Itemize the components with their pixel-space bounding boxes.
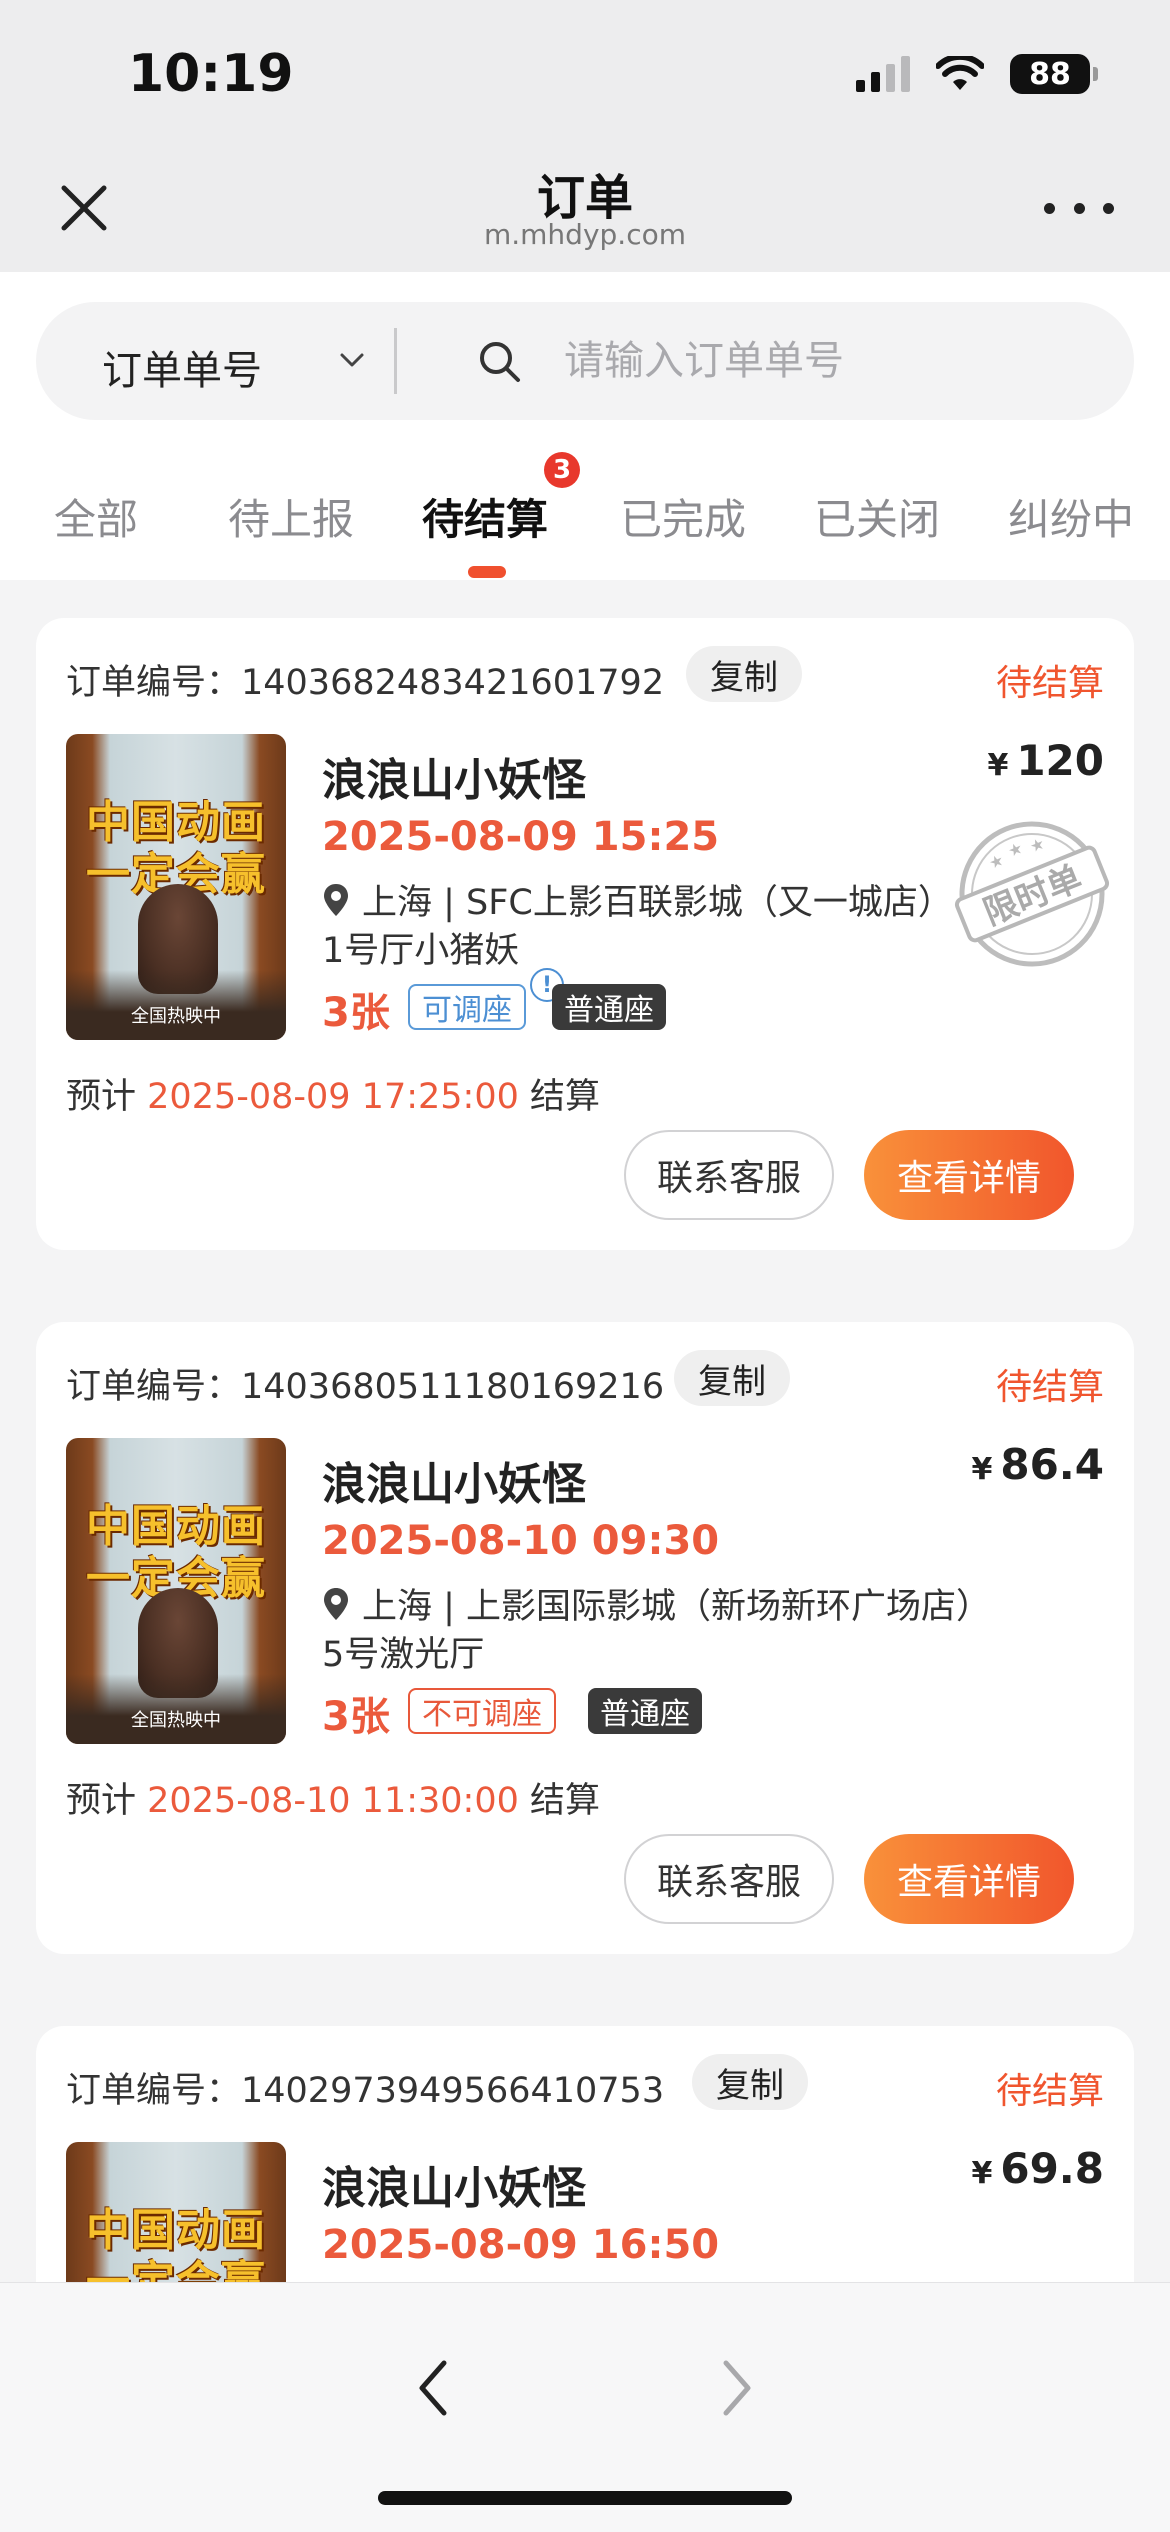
forward-arrow-icon[interactable]: [712, 2353, 762, 2423]
price-value: 120: [1016, 736, 1104, 785]
show-time: 2025-08-10 09:30: [322, 1518, 720, 1564]
ticket-count: 3张: [322, 990, 390, 1036]
order-number: 订单编号：1403682483421601792: [66, 663, 665, 703]
contact-service-button[interactable]: 联系客服: [624, 1834, 834, 1924]
order-status: 待结算: [995, 1367, 1104, 1408]
svg-text:★: ★: [986, 850, 1006, 873]
location-pin-icon: [324, 883, 348, 916]
tab-all[interactable]: 全部: [54, 486, 138, 547]
order-status: 待结算: [995, 2071, 1104, 2112]
copy-button[interactable]: 复制: [674, 1350, 790, 1406]
nav-header: 订单 m.mhdyp.com: [0, 150, 1170, 272]
chevron-down-icon[interactable]: [338, 346, 366, 374]
seat-type-tag: 普通座: [552, 984, 666, 1030]
order-number-search-input[interactable]: [564, 326, 1084, 396]
order-card[interactable]: 订单编号：1403680511180169216 复制 待结算 中国动画 一定会…: [36, 1322, 1134, 1954]
tab-closed[interactable]: 已关闭: [814, 486, 940, 547]
hall-name: 5号激光厅: [322, 1635, 485, 1675]
settle-time: 2025-08-09 17:25:00: [147, 1077, 519, 1117]
tab-pending-report[interactable]: 待上报: [228, 486, 354, 547]
copy-button[interactable]: 复制: [686, 646, 802, 702]
search-icon: [480, 342, 520, 382]
cinema-name: 上海 | SFC上影百联影城（又一城店）: [362, 883, 953, 923]
settle-prefix: 预计: [66, 1781, 137, 1821]
order-price: ¥86.4: [971, 1440, 1104, 1489]
poster-caption: 全国热映中: [131, 1710, 221, 1731]
settle-prefix: 预计: [66, 1077, 137, 1117]
status-time: 10:19: [128, 44, 294, 104]
movie-title: 浪浪山小妖怪: [322, 755, 586, 806]
copy-button[interactable]: 复制: [692, 2054, 808, 2110]
order-price: ¥69.8: [971, 2144, 1104, 2193]
search-bar: 订单单号: [36, 302, 1134, 420]
show-time: 2025-08-09 16:50: [322, 2222, 720, 2268]
settlement-estimate: 预计 2025-08-10 11:30:00 结算: [66, 1772, 600, 1823]
browser-bottom-bar: [0, 2282, 1170, 2532]
order-number: 订单编号：1403680511180169216: [66, 1367, 665, 1407]
settlement-estimate: 预计 2025-08-09 17:25:00 结算: [66, 1068, 600, 1119]
order-card[interactable]: 订单编号：1403682483421601792 复制 待结算 中国动画 一定会…: [36, 618, 1134, 1250]
back-arrow-icon[interactable]: [408, 2353, 458, 2423]
home-indicator: [378, 2491, 792, 2505]
movie-poster: 中国动画 一定会赢 全国热映中: [66, 734, 286, 1040]
seat-type-tag: 普通座: [588, 1688, 702, 1734]
tab-active-indicator: [468, 566, 506, 578]
currency-symbol: ¥: [971, 2156, 993, 2191]
svg-text:★: ★: [1005, 838, 1025, 861]
tab-completed[interactable]: 已完成: [620, 486, 746, 547]
poster-caption: 全国热映中: [131, 1006, 221, 1027]
view-details-button[interactable]: 查看详情: [864, 1834, 1074, 1924]
status-tabs: 全部 待上报 待结算 3 已完成 已关闭 纠纷中: [0, 452, 1170, 578]
wifi-icon: [936, 56, 984, 90]
tab-dispute[interactable]: 纠纷中: [1008, 486, 1134, 547]
order-status: 待结算: [995, 663, 1104, 704]
price-value: 86.4: [1000, 1440, 1104, 1489]
search-type-dropdown[interactable]: 订单单号: [102, 338, 262, 396]
search-divider: [394, 328, 397, 394]
limited-time-stamp: 限时单 ★ ★ ★: [954, 821, 1110, 967]
more-options-icon[interactable]: [1044, 198, 1114, 218]
cinema-name: 上海 | 上影国际影城（新场新环广场店）: [362, 1587, 992, 1627]
svg-text:★: ★: [1027, 833, 1047, 856]
ticket-count: 3张: [322, 1694, 390, 1740]
battery-icon: 88: [1010, 54, 1098, 94]
cinema-location: 上海 | 上影国际影城（新场新环广场店）: [322, 1578, 991, 1629]
movie-poster: 中国动画 一定会赢 全国热映中: [66, 1438, 286, 1744]
settle-suffix: 结算: [530, 1077, 601, 1117]
seat-adjust-tag: 不可调座: [408, 1688, 556, 1734]
seat-adjust-tag: 可调座: [408, 984, 526, 1030]
contact-service-button[interactable]: 联系客服: [624, 1130, 834, 1220]
cellular-signal-icon: [856, 56, 910, 92]
movie-title: 浪浪山小妖怪: [322, 2163, 586, 2214]
hall-name: 1号厅小猪妖: [322, 931, 520, 971]
settle-time: 2025-08-10 11:30:00: [147, 1781, 519, 1821]
order-card[interactable]: 订单编号：1402973949566410753 复制 待结算 中国动画 一定会…: [36, 2026, 1134, 2448]
order-number: 订单编号：1402973949566410753: [66, 2071, 665, 2111]
order-price: ¥120: [987, 736, 1104, 785]
tab-badge: 3: [544, 452, 580, 488]
currency-symbol: ¥: [987, 748, 1009, 783]
movie-title: 浪浪山小妖怪: [322, 1459, 586, 1510]
page-url: m.mhdyp.com: [483, 218, 686, 251]
currency-symbol: ¥: [971, 1452, 993, 1487]
tab-pending-settlement[interactable]: 待结算: [422, 486, 548, 547]
settle-suffix: 结算: [530, 1781, 601, 1821]
status-icons: 88: [856, 54, 1098, 94]
view-details-button[interactable]: 查看详情: [864, 1130, 1074, 1220]
show-time: 2025-08-09 15:25: [322, 814, 720, 860]
location-pin-icon: [324, 1587, 348, 1620]
price-value: 69.8: [1000, 2144, 1104, 2193]
cinema-location: 上海 | SFC上影百联影城（又一城店）: [322, 874, 953, 925]
status-bar: 10:19 88: [0, 0, 1170, 150]
